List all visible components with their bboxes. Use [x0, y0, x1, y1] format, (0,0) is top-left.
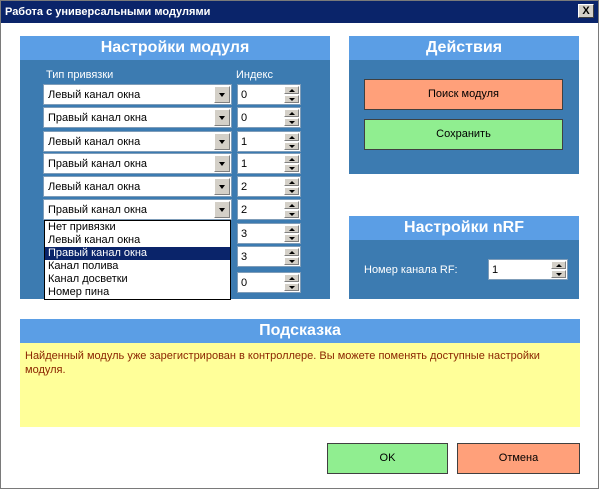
rf-channel-label: Номер канала RF:: [364, 264, 458, 276]
ok-button[interactable]: OK: [327, 443, 448, 474]
index-value: 3: [241, 228, 248, 240]
index-value: 3: [241, 251, 248, 263]
dropdown-option-selected[interactable]: Правый канал окна: [45, 247, 230, 260]
spin-down-icon[interactable]: [284, 142, 299, 150]
spin-up-icon[interactable]: [284, 155, 299, 163]
spin-up-icon[interactable]: [284, 109, 299, 117]
index-spinner-4[interactable]: 1: [237, 153, 301, 174]
spin-down-icon[interactable]: [284, 187, 299, 195]
index-value: 0: [241, 89, 248, 101]
index-spinner-1[interactable]: 0: [237, 84, 301, 105]
spin-up-icon[interactable]: [284, 86, 299, 94]
cancel-button[interactable]: Отмена: [457, 443, 580, 474]
binding-combo-value: Левый канал окна: [48, 89, 141, 101]
index-value: 0: [241, 277, 248, 289]
spin-up-icon[interactable]: [284, 178, 299, 186]
index-column-label: Индекс: [236, 69, 273, 81]
chevron-down-icon[interactable]: [214, 178, 230, 195]
binding-combo-5[interactable]: Левый канал окна: [43, 176, 232, 197]
index-spinner-7[interactable]: 3: [237, 223, 301, 244]
binding-combo-value: Правый канал окна: [48, 204, 148, 216]
index-value: 2: [241, 204, 248, 216]
spin-up-icon[interactable]: [284, 225, 299, 233]
spin-up-icon[interactable]: [551, 261, 566, 269]
index-spinner-3[interactable]: 1: [237, 131, 301, 152]
binding-combo-2[interactable]: Правый канал окна: [43, 107, 232, 128]
index-value: 2: [241, 181, 248, 193]
spin-down-icon[interactable]: [284, 210, 299, 218]
dropdown-option[interactable]: Канал досветки: [45, 273, 230, 286]
dropdown-option[interactable]: Нет привязки: [45, 221, 230, 234]
window-title: Работа с универсальными модулями: [5, 6, 211, 18]
index-value: 1: [241, 158, 248, 170]
binding-combo-value: Правый канал окна: [48, 158, 148, 170]
module-settings-title: Настройки модуля: [20, 36, 330, 60]
search-module-button[interactable]: Поиск модуля: [364, 79, 563, 110]
index-spinner-9[interactable]: 0: [237, 272, 301, 293]
chevron-down-icon[interactable]: [214, 133, 230, 150]
spin-down-icon[interactable]: [551, 270, 566, 278]
binding-combo-1[interactable]: Левый канал окна: [43, 84, 232, 105]
hint-panel: Подсказка: [20, 319, 580, 343]
chevron-down-icon[interactable]: [214, 86, 230, 103]
binding-combo-6[interactable]: Правый канал окна: [43, 199, 232, 220]
index-spinner-8[interactable]: 3: [237, 246, 301, 267]
binding-combo-value: Левый канал окна: [48, 181, 141, 193]
dropdown-option[interactable]: Номер пина: [45, 286, 230, 299]
spin-down-icon[interactable]: [284, 95, 299, 103]
rf-channel-value: 1: [492, 264, 499, 276]
index-spinner-5[interactable]: 2: [237, 176, 301, 197]
spin-down-icon[interactable]: [284, 257, 299, 265]
chevron-down-icon[interactable]: [214, 109, 230, 126]
actions-title: Действия: [349, 36, 579, 60]
hint-text: Найденный модуль уже зарегистрирован в к…: [25, 350, 540, 376]
binding-combo-4[interactable]: Правый канал окна: [43, 153, 232, 174]
chevron-down-icon[interactable]: [214, 201, 230, 218]
index-spinner-2[interactable]: 0: [237, 107, 301, 128]
spin-up-icon[interactable]: [284, 248, 299, 256]
binding-column-label: Тип привязки: [46, 69, 114, 81]
hint-title: Подсказка: [20, 319, 580, 343]
spin-up-icon[interactable]: [284, 201, 299, 209]
nrf-settings-title: Настройки nRF: [349, 216, 579, 240]
spin-down-icon[interactable]: [284, 283, 299, 291]
spin-down-icon[interactable]: [284, 234, 299, 242]
index-spinner-6[interactable]: 2: [237, 199, 301, 220]
save-button[interactable]: Сохранить: [364, 119, 563, 150]
spin-up-icon[interactable]: [284, 133, 299, 141]
spin-down-icon[interactable]: [284, 164, 299, 172]
close-button[interactable]: X: [578, 4, 594, 18]
dropdown-option[interactable]: Левый канал окна: [45, 234, 230, 247]
dropdown-option[interactable]: Канал полива: [45, 260, 230, 273]
chevron-down-icon[interactable]: [214, 155, 230, 172]
binding-combo-3[interactable]: Левый канал окна: [43, 131, 232, 152]
index-value: 1: [241, 136, 248, 148]
binding-dropdown-list[interactable]: Нет привязки Левый канал окна Правый кан…: [44, 220, 231, 300]
index-value: 0: [241, 112, 248, 124]
hint-body: Найденный модуль уже зарегистрирован в к…: [20, 343, 580, 427]
spin-down-icon[interactable]: [284, 118, 299, 126]
rf-channel-spinner[interactable]: 1: [488, 259, 568, 280]
spin-up-icon[interactable]: [284, 274, 299, 282]
title-bar: Работа с универсальными модулями X: [1, 1, 598, 23]
binding-combo-value: Левый канал окна: [48, 136, 141, 148]
main-window: Работа с универсальными модулями X Настр…: [0, 0, 599, 489]
nrf-settings-panel: Настройки nRF: [349, 216, 579, 299]
binding-combo-value: Правый канал окна: [48, 112, 148, 124]
